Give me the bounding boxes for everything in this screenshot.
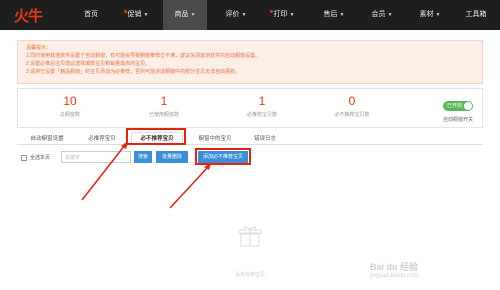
- empty-gift-box-icon: [238, 226, 262, 247]
- watermark-url: jingyan.baidu.com: [370, 273, 419, 279]
- arrow-to-tab: [81, 141, 128, 201]
- arrow-to-button: [169, 163, 211, 209]
- watermark: Bai du 经验 jingyan.baidu.com: [370, 260, 418, 279]
- watermark-brand: Bai du 经验: [370, 262, 419, 272]
- empty-state-text: 没有找到宝贝: [234, 272, 265, 278]
